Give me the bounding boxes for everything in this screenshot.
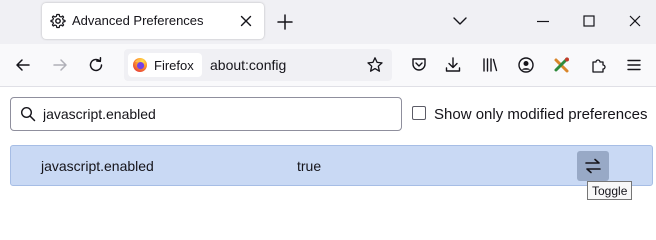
search-input[interactable] [43, 98, 393, 130]
search-box[interactable] [10, 97, 402, 131]
navigation-toolbar: Firefox about:config [0, 44, 656, 87]
account-icon[interactable] [517, 56, 535, 74]
pocket-icon[interactable] [410, 56, 428, 74]
minimize-icon[interactable] [535, 13, 551, 29]
preference-row[interactable]: javascript.enabled true [10, 145, 653, 186]
extensions-puzzle-icon[interactable] [590, 56, 608, 74]
identity-label: Firefox [154, 57, 194, 73]
toggle-button[interactable] [577, 151, 609, 181]
preference-value: true [297, 158, 322, 174]
url-text[interactable]: about:config [210, 57, 286, 73]
window-close-icon[interactable] [627, 13, 643, 29]
search-icon [20, 106, 36, 122]
toggle-arrows-icon [585, 158, 601, 174]
hamburger-menu-icon[interactable] [625, 56, 643, 74]
url-bar[interactable]: Firefox about:config [124, 49, 392, 81]
show-modified-checkbox[interactable] [412, 106, 426, 120]
show-modified-label[interactable]: Show only modified preferences [434, 106, 647, 123]
reload-icon[interactable] [87, 56, 105, 74]
gear-icon [50, 13, 66, 29]
close-tab-icon[interactable] [238, 13, 254, 29]
tab-strip: Advanced Preferences [0, 0, 656, 44]
downloads-icon[interactable] [444, 56, 462, 74]
identity-box[interactable]: Firefox [128, 53, 202, 77]
extension-tools-icon[interactable] [553, 56, 571, 74]
about-config-page: Show only modified preferences javascrip… [0, 87, 656, 232]
new-tab-icon[interactable] [276, 13, 294, 31]
list-all-tabs-icon[interactable] [452, 13, 468, 29]
toggle-tooltip: Toggle [587, 181, 633, 200]
tab-title: Advanced Preferences [72, 13, 204, 28]
firefox-logo-icon [132, 57, 148, 73]
maximize-icon[interactable] [581, 13, 597, 29]
forward-arrow-icon[interactable] [51, 56, 69, 74]
tab-advanced-preferences[interactable]: Advanced Preferences [42, 3, 264, 39]
preference-name: javascript.enabled [41, 158, 154, 174]
bookmark-star-icon[interactable] [366, 56, 384, 74]
back-arrow-icon[interactable] [14, 56, 32, 74]
library-icon[interactable] [481, 56, 499, 74]
